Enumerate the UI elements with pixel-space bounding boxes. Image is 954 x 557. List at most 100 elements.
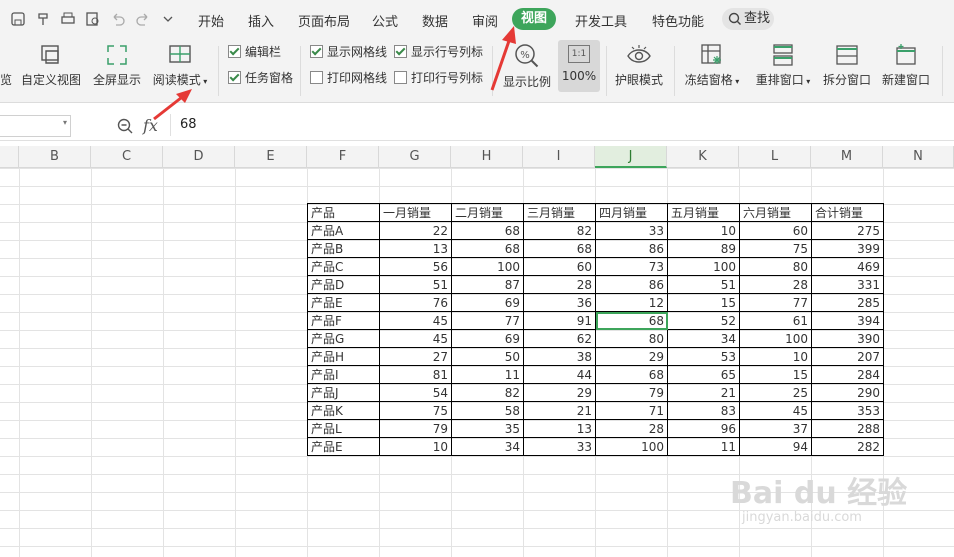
table-cell[interactable]: 产品F (307, 311, 380, 330)
tab-formula[interactable]: 公式 (372, 11, 398, 30)
column-header-selected[interactable]: J (595, 146, 667, 168)
table-cell[interactable]: 69 (451, 293, 524, 312)
checkbox-show-gridlines[interactable]: 显示网格线 (310, 44, 387, 60)
table-cell[interactable]: 产品L (307, 419, 380, 438)
table-header-cell[interactable]: 二月销量 (451, 203, 524, 222)
table-cell[interactable]: 284 (811, 365, 884, 384)
table-cell[interactable]: 25 (739, 383, 812, 402)
table-cell[interactable]: 产品B (307, 239, 380, 258)
table-cell[interactable]: 96 (667, 419, 740, 438)
table-cell[interactable]: 91 (523, 311, 596, 330)
table-cell[interactable]: 51 (379, 275, 452, 294)
table-cell[interactable]: 33 (595, 221, 668, 240)
tab-developer[interactable]: 开发工具 (575, 11, 627, 30)
table-cell[interactable]: 产品I (307, 365, 380, 384)
checkbox-edit-bar[interactable]: 编辑栏 (228, 44, 281, 60)
table-cell[interactable]: 83 (667, 401, 740, 420)
table-cell[interactable]: 86 (595, 239, 668, 258)
ribbon-cut-label[interactable]: 览 (0, 71, 12, 88)
table-cell[interactable]: 62 (523, 329, 596, 348)
new-window-button[interactable]: 新建窗口 (878, 42, 934, 88)
table-cell[interactable]: 45 (379, 311, 452, 330)
table-cell[interactable]: 27 (379, 347, 452, 366)
fullscreen-button[interactable]: 全屏显示 (90, 42, 144, 88)
checkbox-task-pane[interactable]: 任务窗格 (228, 70, 293, 86)
table-cell[interactable]: 产品E (307, 437, 380, 456)
table-cell[interactable]: 50 (451, 347, 524, 366)
column-header[interactable]: E (235, 146, 307, 168)
checkbox-show-headings[interactable]: 显示行号列标 (394, 44, 483, 60)
table-cell[interactable]: 10 (667, 221, 740, 240)
table-cell[interactable]: 28 (739, 275, 812, 294)
table-cell[interactable]: 38 (523, 347, 596, 366)
column-header-a[interactable] (0, 146, 19, 168)
formula-input[interactable]: 68 (170, 114, 954, 136)
table-cell[interactable]: 285 (811, 293, 884, 312)
table-cell[interactable]: 10 (379, 437, 452, 456)
column-header[interactable]: C (91, 146, 163, 168)
table-cell[interactable]: 68 (595, 365, 668, 384)
table-cell[interactable]: 76 (379, 293, 452, 312)
table-cell[interactable]: 100 (739, 329, 812, 348)
freeze-panes-button[interactable]: 冻结窗格 ▾ (682, 42, 742, 88)
name-box[interactable]: ▾ (0, 115, 71, 137)
table-cell[interactable]: 80 (595, 329, 668, 348)
print-preview-icon[interactable] (85, 11, 101, 27)
save-icon[interactable] (10, 11, 26, 27)
table-cell[interactable]: 288 (811, 419, 884, 438)
table-cell[interactable]: 275 (811, 221, 884, 240)
table-cell[interactable]: 产品H (307, 347, 380, 366)
table-cell[interactable]: 68 (451, 239, 524, 258)
split-window-button[interactable]: 拆分窗口 (820, 42, 874, 88)
table-cell[interactable]: 51 (667, 275, 740, 294)
table-header-cell[interactable]: 合计销量 (811, 203, 884, 222)
table-cell[interactable]: 产品D (307, 275, 380, 294)
print-icon[interactable] (60, 11, 76, 27)
tab-page-layout[interactable]: 页面布局 (298, 11, 350, 30)
zoom-100-button[interactable]: 1:1 100% (558, 40, 600, 92)
table-cell[interactable]: 11 (667, 437, 740, 456)
column-header[interactable]: I (523, 146, 595, 168)
table-cell[interactable]: 56 (379, 257, 452, 276)
column-header[interactable]: G (379, 146, 451, 168)
table-cell[interactable]: 390 (811, 329, 884, 348)
table-cell[interactable]: 54 (379, 383, 452, 402)
table-cell[interactable]: 34 (667, 329, 740, 348)
table-cell[interactable]: 87 (451, 275, 524, 294)
table-cell[interactable]: 73 (595, 257, 668, 276)
table-cell[interactable]: 34 (451, 437, 524, 456)
chevron-down-icon[interactable]: ▾ (63, 118, 67, 127)
table-cell[interactable]: 71 (595, 401, 668, 420)
zoom-icon[interactable] (116, 117, 134, 135)
column-header[interactable]: D (163, 146, 235, 168)
table-cell[interactable]: 36 (523, 293, 596, 312)
table-cell[interactable]: 399 (811, 239, 884, 258)
table-cell[interactable]: 22 (379, 221, 452, 240)
table-cell[interactable]: 82 (523, 221, 596, 240)
table-cell[interactable]: 28 (523, 275, 596, 294)
table-cell[interactable]: 13 (379, 239, 452, 258)
tab-insert[interactable]: 插入 (248, 11, 274, 30)
table-cell[interactable]: 353 (811, 401, 884, 420)
rearrange-button[interactable]: 重排窗口 ▾ (752, 42, 814, 88)
table-cell[interactable]: 69 (451, 329, 524, 348)
table-cell[interactable]: 100 (595, 437, 668, 456)
eye-mode-button[interactable]: 护眼模式 (612, 42, 666, 88)
table-cell[interactable]: 81 (379, 365, 452, 384)
checkbox-print-gridlines[interactable]: 打印网格线 (310, 70, 387, 86)
table-cell[interactable]: 68 (523, 239, 596, 258)
table-cell[interactable]: 89 (667, 239, 740, 258)
table-cell[interactable]: 45 (379, 329, 452, 348)
column-header[interactable]: K (667, 146, 739, 168)
column-header[interactable]: B (19, 146, 91, 168)
table-cell[interactable]: 产品E (307, 293, 380, 312)
table-cell[interactable]: 79 (595, 383, 668, 402)
table-cell[interactable]: 10 (739, 347, 812, 366)
table-cell[interactable]: 61 (739, 311, 812, 330)
column-header[interactable]: F (307, 146, 379, 168)
table-cell[interactable]: 21 (667, 383, 740, 402)
table-header-cell[interactable]: 六月销量 (739, 203, 812, 222)
table-header-cell[interactable]: 产品 (307, 203, 380, 222)
table-cell[interactable]: 产品K (307, 401, 380, 420)
table-cell[interactable]: 60 (523, 257, 596, 276)
